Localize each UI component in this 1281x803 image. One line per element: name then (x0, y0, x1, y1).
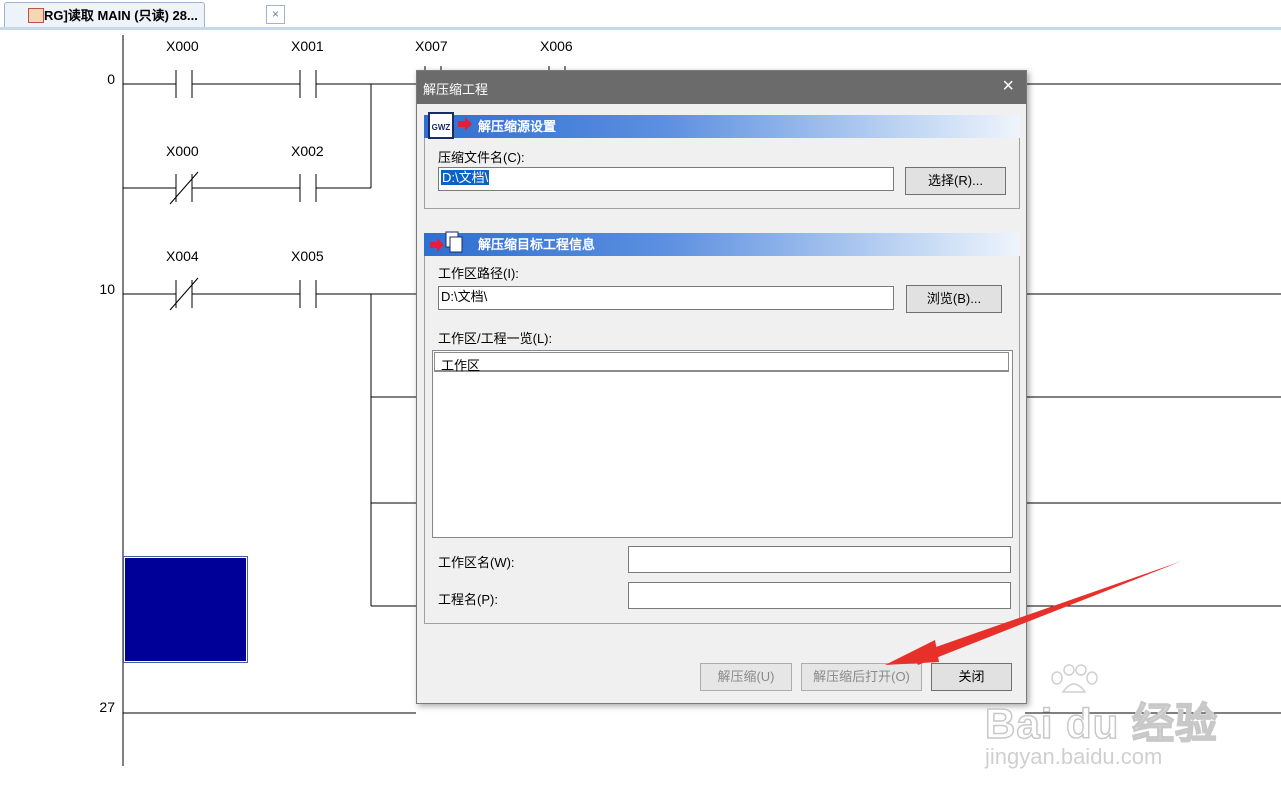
baidu-watermark: Bai du 经验 jingyan.baidu.com (984, 660, 1225, 780)
close-icon[interactable]: × (1002, 76, 1014, 96)
step-number: 27 (99, 699, 115, 715)
contact-label: X006 (540, 38, 573, 54)
extract-button[interactable]: 解压缩(U) (700, 663, 792, 691)
dialog-titlebar[interactable]: 解压缩工程 × (417, 71, 1026, 104)
project-name-label: 工程名(P): (438, 592, 498, 607)
contact-label: X004 (166, 248, 199, 264)
workspace-project-list[interactable]: 工作区 (432, 350, 1013, 538)
watermark-url: jingyan.baidu.com (985, 744, 1163, 769)
cursor-block[interactable] (123, 556, 248, 663)
contact-label: X000 (166, 143, 199, 159)
step-number: 10 (99, 281, 115, 297)
target-section-title: 解压缩目标工程信息 (478, 237, 596, 252)
contact-label: X001 (291, 38, 324, 54)
workspace-name-input[interactable] (628, 546, 1011, 573)
contact-label: X005 (291, 248, 324, 264)
archive-file-value: D:\文档\ (441, 170, 490, 185)
extract-project-dialog: 解压缩工程 × GWZ 解压缩源设置 压缩文件名(C): D:\文档\ 选择(R… (416, 70, 1027, 704)
source-section-title: 解压缩源设置 (478, 119, 557, 134)
contact-label: X007 (415, 38, 448, 54)
list-column-workspace: 工作区 (441, 358, 481, 373)
extract-and-open-button[interactable]: 解压缩后打开(O) (801, 663, 922, 691)
workspace-project-list-label: 工作区/工程一览(L): (438, 331, 553, 346)
select-button[interactable]: 选择(R)... (905, 167, 1006, 195)
target-section-header: 解压缩目标工程信息 (424, 231, 1020, 256)
workspace-path-label: 工作区路径(I): (438, 266, 519, 281)
project-name-input[interactable] (628, 582, 1011, 609)
archive-file-input[interactable]: D:\文档\ (438, 167, 894, 191)
contact-label: X002 (291, 143, 324, 159)
source-section-header: GWZ 解压缩源设置 (424, 112, 1020, 139)
list-column-header[interactable]: 工作区 (434, 352, 1009, 373)
contact-label: X000 (166, 38, 199, 54)
step-number: 0 (107, 71, 115, 87)
archive-file-label: 压缩文件名(C): (438, 150, 525, 165)
browse-button[interactable]: 浏览(B)... (906, 285, 1002, 313)
project-copy-icon (430, 231, 463, 253)
dialog-title: 解压缩工程 (423, 82, 489, 97)
watermark-logo-text: Bai du 经验 (984, 699, 1219, 748)
workspace-name-label: 工作区名(W): (438, 555, 515, 570)
svg-text:GWZ: GWZ (432, 123, 451, 132)
workspace-path-input[interactable]: D:\文档\ (438, 286, 894, 310)
